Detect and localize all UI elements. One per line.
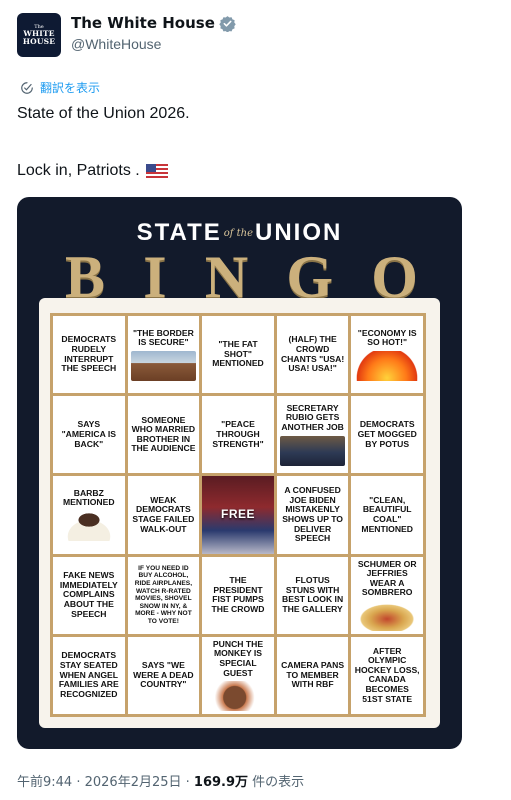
translate-link[interactable]: 翻訳を表示 <box>20 79 100 96</box>
display-name-row[interactable]: The White House <box>71 14 236 32</box>
bingo-cell-text: "PEACE THROUGH STRENGTH" <box>212 419 264 449</box>
bingo-cell: FLOTUS STUNS WITH BEST LOOK IN THE GALLE… <box>276 556 349 634</box>
bingo-cell-text: WEAK DEMOCRATS STAGE FAILED WALK-OUT <box>132 494 195 534</box>
tweet-time[interactable]: 午前9:44 <box>17 775 72 790</box>
bingo-cell: "PEACE THROUGH STRENGTH" <box>202 396 274 474</box>
bingo-cell-text: DEMOCRATS STAY SEATED WHEN ANGEL FAMILIE… <box>58 650 119 699</box>
tweet-image[interactable]: STATE of theUNION B I N G O DEMOCRATS RUD… <box>17 197 462 749</box>
bingo-cell: "THE BORDER IS SECURE" <box>127 316 200 394</box>
bingo-cell: AFTER OLYMPIC HOCKEY LOSS, CANADA BECOME… <box>351 636 423 714</box>
bingo-cell-text: SAYS "AMERICA IS BACK" <box>61 419 116 449</box>
verified-badge-icon <box>219 15 236 32</box>
bingo-free-cell: FREE <box>202 476 274 554</box>
bingo-cell-text: A CONFUSED JOE BIDEN MISTAKENLY SHOWS UP… <box>282 485 343 544</box>
image-title-left: STATE <box>136 219 222 246</box>
us-flag-icon <box>145 163 168 178</box>
tweet-text-line2: Lock in, Patriots . <box>17 162 140 179</box>
bingo-cell-text: "THE BORDER IS SECURE" <box>132 327 194 348</box>
bingo-cell: DEMOCRATS RUDELY INTERRUPT THE SPEECH <box>53 316 125 394</box>
bingo-cell: IF YOU NEED ID BUY ALCOHOL, RIDE AIRPLAN… <box>127 556 200 634</box>
image-title-of: of the <box>223 228 254 240</box>
bingo-cell: (HALF) THE CROWD CHANTS "USA! USA! USA!" <box>276 316 349 394</box>
bingo-cell-text: FLOTUS STUNS WITH BEST LOOK IN THE GALLE… <box>282 575 344 614</box>
bingo-cell: SCHUMER OR JEFFRIES WEAR A SOMBRERO <box>351 556 423 634</box>
separator: · <box>72 775 85 790</box>
translate-icon <box>21 81 33 94</box>
bingo-cell-text: CAMERA PANS TO MEMBER WITH RBF <box>281 660 345 690</box>
translate-label[interactable]: 翻訳を表示 <box>40 79 100 96</box>
bingo-cell: PUNCH THE MONKEY IS SPECIAL GUEST <box>202 636 274 714</box>
bingo-cell: BARBZ MENTIONED <box>53 476 125 554</box>
bingo-cell: SAYS "WE WERE A DEAD COUNTRY" <box>127 636 200 714</box>
bingo-cell-text: THE PRESIDENT FIST PUMPS THE CROWD <box>211 575 265 614</box>
view-count-suffix: 件の表示 <box>248 775 305 790</box>
bingo-cell-text: AFTER OLYMPIC HOCKEY LOSS, CANADA BECOME… <box>354 645 420 704</box>
display-name[interactable]: The White House <box>71 14 215 32</box>
separator: · <box>181 775 194 790</box>
bingo-cell-text: (HALF) THE CROWD CHANTS "USA! USA! USA!" <box>280 334 345 374</box>
bingo-cell: SAYS "AMERICA IS BACK" <box>53 396 125 474</box>
bingo-cell: SOMEONE WHO MARRIED BROTHER IN THE AUDIE… <box>127 396 200 474</box>
bingo-cell: DEMOCRATS STAY SEATED WHEN ANGEL FAMILIE… <box>53 636 125 714</box>
bingo-cell-text: DEMOCRATS RUDELY INTERRUPT THE SPEECH <box>61 334 117 374</box>
image-title-right: UNION <box>255 219 343 246</box>
account-names: The White House @WhiteHouse <box>71 14 236 52</box>
bingo-cell: "THE FAT SHOT" MENTIONED <box>202 316 274 394</box>
bingo-cell-text: "ECONOMY IS SO HOT!" <box>357 327 417 348</box>
bingo-cell-text: SAYS "WE WERE A DEAD COUNTRY" <box>133 660 194 690</box>
tweet-footer: 午前9:44 · 2026年2月25日 · 169.9万 件の表示 <box>17 771 304 790</box>
bingo-cell: FAKE NEWS IMMEDIATELY COMPLAINS ABOUT TH… <box>53 556 125 634</box>
bingo-cell: "CLEAN, BEAUTIFUL COAL" MENTIONED <box>351 476 423 554</box>
border-wall-picture <box>130 350 197 381</box>
sombrero-picture <box>354 600 420 631</box>
person-photo <box>56 511 122 542</box>
bingo-cell-text: SCHUMER OR JEFFRIES WEAR A SOMBRERO <box>357 558 417 598</box>
view-count: 169.9万 <box>193 775 249 790</box>
tweet-text-line2-row: Lock in, Patriots . <box>17 161 168 180</box>
avatar-text-line2: HOUSE <box>22 36 56 46</box>
bingo-cell: "ECONOMY IS SO HOT!" <box>351 316 423 394</box>
bingo-cell-text: BARBZ MENTIONED <box>63 487 115 508</box>
fire-picture <box>354 350 420 381</box>
bingo-cell: THE PRESIDENT FIST PUMPS THE CROWD <box>202 556 274 634</box>
meeting-photo <box>279 435 346 466</box>
bingo-cell: CAMERA PANS TO MEMBER WITH RBF <box>276 636 349 714</box>
bingo-grid: DEMOCRATS RUDELY INTERRUPT THE SPEECH "T… <box>50 313 426 717</box>
bingo-cell: A CONFUSED JOE BIDEN MISTAKENLY SHOWS UP… <box>276 476 349 554</box>
bingo-cell-text: IF YOU NEED ID BUY ALCOHOL, RIDE AIRPLAN… <box>134 564 193 625</box>
tweet-text-line1: State of the Union 2026. <box>17 105 190 122</box>
bingo-cell-text: PUNCH THE MONKEY IS SPECIAL GUEST <box>212 638 264 678</box>
bingo-cell-text: SECRETARY RUBIO GETS ANOTHER JOB <box>281 402 344 433</box>
image-title: STATE of theUNION <box>17 219 462 247</box>
monkey-picture <box>205 681 271 711</box>
bingo-cell: WEAK DEMOCRATS STAGE FAILED WALK-OUT <box>127 476 200 554</box>
bingo-cell-text: FAKE NEWS IMMEDIATELY COMPLAINS ABOUT TH… <box>59 570 118 619</box>
bingo-cell-text: "CLEAN, BEAUTIFUL COAL" MENTIONED <box>361 494 413 534</box>
bingo-cell-text: SOMEONE WHO MARRIED BROTHER IN THE AUDIE… <box>131 414 196 454</box>
handle[interactable]: @WhiteHouse <box>71 36 236 52</box>
tweet-header: The WHITE HOUSE The White House @WhiteHo… <box>17 13 236 57</box>
bingo-cell-text: DEMOCRATS GET MOGGED BY POTUS <box>357 419 417 449</box>
bingo-cell-text: "THE FAT SHOT" MENTIONED <box>212 339 264 369</box>
free-label: FREE <box>220 507 255 522</box>
avatar[interactable]: The WHITE HOUSE <box>17 13 61 57</box>
bingo-cell: DEMOCRATS GET MOGGED BY POTUS <box>351 396 423 474</box>
bingo-cell: SECRETARY RUBIO GETS ANOTHER JOB <box>276 396 349 474</box>
tweet-date[interactable]: 2026年2月25日 <box>85 775 182 790</box>
